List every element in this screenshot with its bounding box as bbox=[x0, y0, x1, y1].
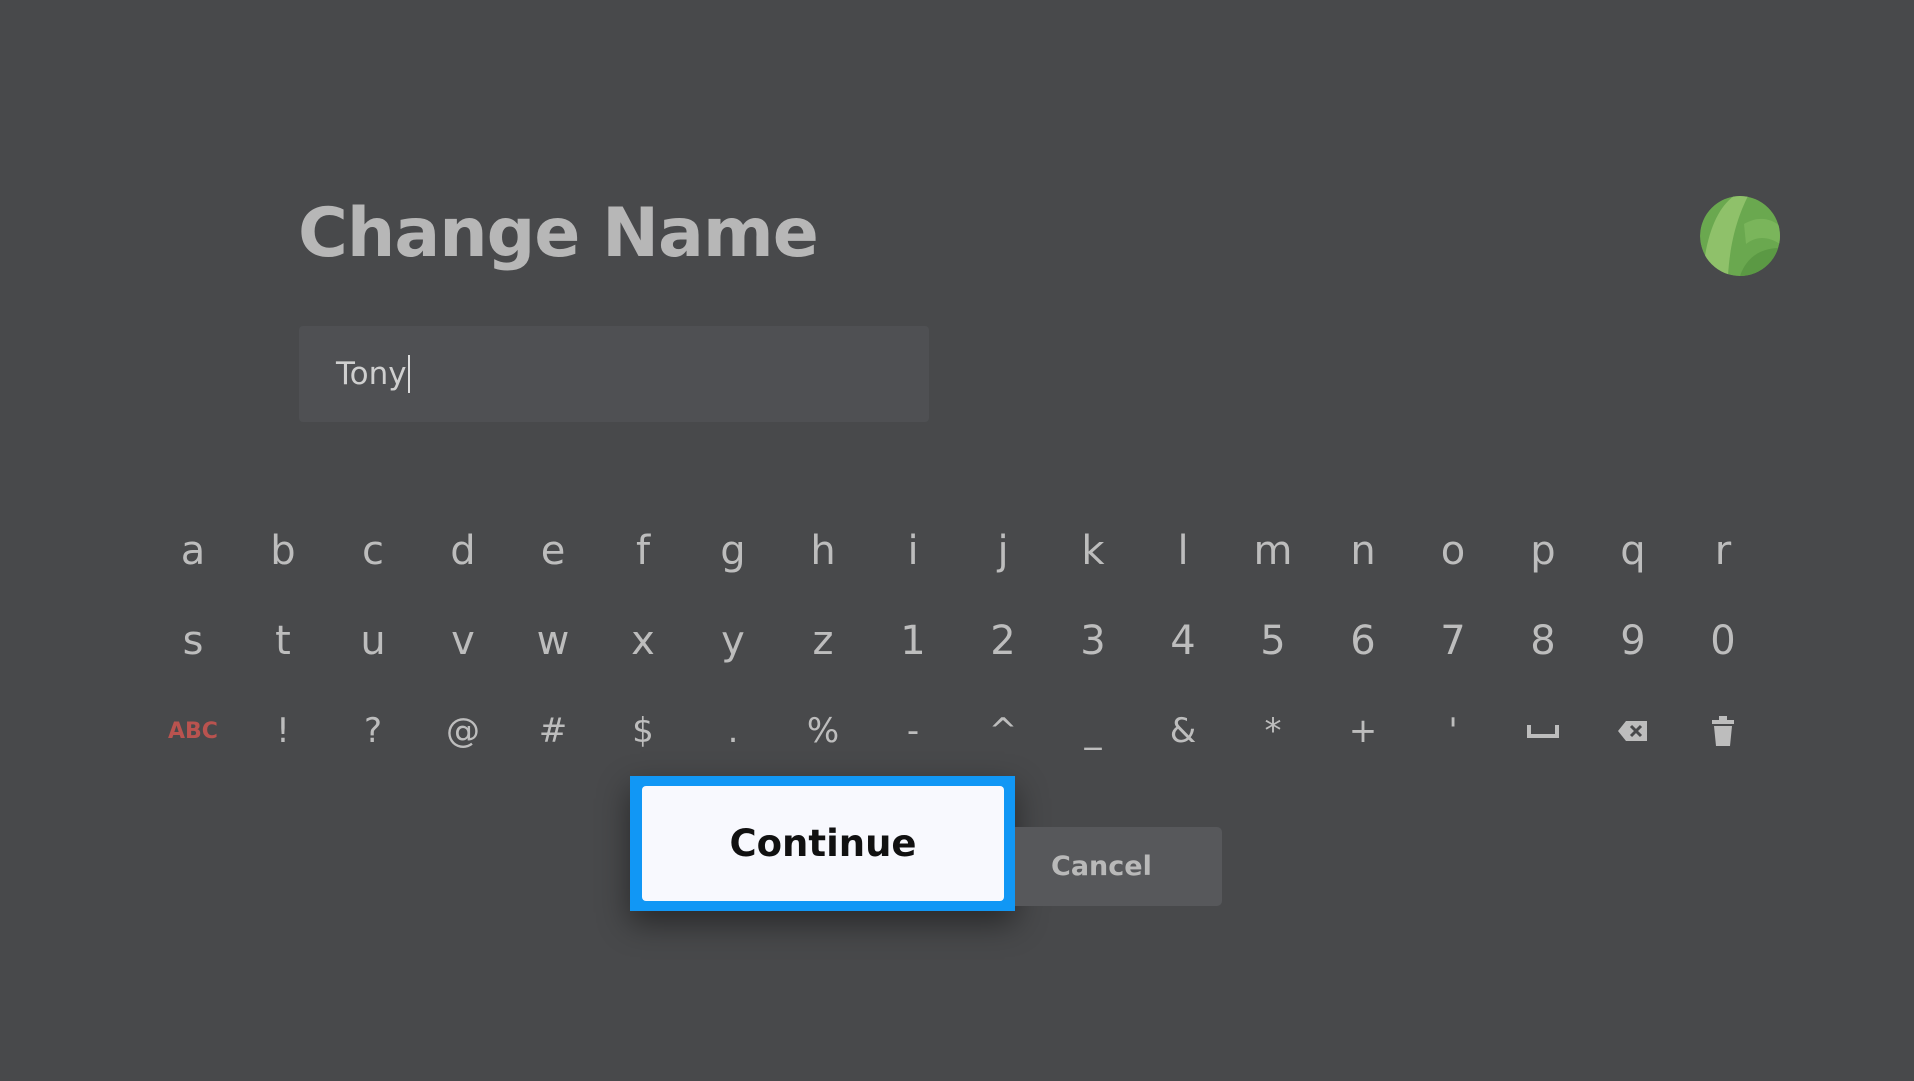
key-g[interactable]: g bbox=[688, 506, 778, 596]
name-input[interactable]: Tony bbox=[299, 326, 929, 422]
key-o[interactable]: o bbox=[1408, 506, 1498, 596]
key-s[interactable]: s bbox=[148, 596, 238, 686]
key-symbol-5[interactable]: . bbox=[688, 686, 778, 776]
key-symbol-7[interactable]: - bbox=[868, 686, 958, 776]
trash-icon[interactable] bbox=[1678, 686, 1768, 776]
key-c[interactable]: c bbox=[328, 506, 418, 596]
key-symbol-9[interactable]: _ bbox=[1048, 686, 1138, 776]
key-5[interactable]: 5 bbox=[1228, 596, 1318, 686]
key-symbol-4[interactable]: $ bbox=[598, 686, 688, 776]
keyboard-row-letters: abcdefghijklmnopqr bbox=[148, 506, 1768, 596]
onscreen-keyboard: abcdefghijklmnopqr stuvwxyz1234567890 AB… bbox=[148, 506, 1768, 776]
key-9[interactable]: 9 bbox=[1588, 596, 1678, 686]
page-title: Change Name bbox=[298, 194, 819, 273]
key-l[interactable]: l bbox=[1138, 506, 1228, 596]
key-u[interactable]: u bbox=[328, 596, 418, 686]
avatar-leaf-icon bbox=[1700, 196, 1780, 276]
key-i[interactable]: i bbox=[868, 506, 958, 596]
continue-button-label: Continue bbox=[642, 786, 1004, 901]
change-name-screen: Change Name Tony abcdefghijklmnopqr stuv… bbox=[0, 0, 1914, 1081]
key-3[interactable]: 3 bbox=[1048, 596, 1138, 686]
key-0[interactable]: 0 bbox=[1678, 596, 1768, 686]
key-4[interactable]: 4 bbox=[1138, 596, 1228, 686]
key-m[interactable]: m bbox=[1228, 506, 1318, 596]
key-symbol-3[interactable]: # bbox=[508, 686, 598, 776]
key-symbol-11[interactable]: * bbox=[1228, 686, 1318, 776]
key-z[interactable]: z bbox=[778, 596, 868, 686]
key-symbol-1[interactable]: ? bbox=[328, 686, 418, 776]
key-symbol-8[interactable]: ^ bbox=[958, 686, 1048, 776]
name-input-value: Tony bbox=[336, 356, 407, 392]
key-n[interactable]: n bbox=[1318, 506, 1408, 596]
key-symbol-12[interactable]: + bbox=[1318, 686, 1408, 776]
text-caret bbox=[407, 355, 410, 393]
key-symbol-0[interactable]: ! bbox=[238, 686, 328, 776]
key-7[interactable]: 7 bbox=[1408, 596, 1498, 686]
key-p[interactable]: p bbox=[1498, 506, 1588, 596]
keyboard-row-symbols: ABC !? @ # $.% - ^ _ & * + ' bbox=[148, 686, 1768, 776]
key-t[interactable]: t bbox=[238, 596, 328, 686]
key-q[interactable]: q bbox=[1588, 506, 1678, 596]
key-e[interactable]: e bbox=[508, 506, 598, 596]
avatar bbox=[1700, 196, 1780, 276]
key-1[interactable]: 1 bbox=[868, 596, 958, 686]
keyboard-row-letters-numbers: stuvwxyz1234567890 bbox=[148, 596, 1768, 686]
key-v[interactable]: v bbox=[418, 596, 508, 686]
key-j[interactable]: j bbox=[958, 506, 1048, 596]
key-symbol-6[interactable]: % bbox=[778, 686, 868, 776]
key-y[interactable]: y bbox=[688, 596, 778, 686]
continue-button[interactable]: Continue bbox=[630, 776, 1015, 911]
key-w[interactable]: w bbox=[508, 596, 598, 686]
cancel-button[interactable]: Cancel bbox=[1015, 827, 1222, 906]
key-x[interactable]: x bbox=[598, 596, 688, 686]
key-6[interactable]: 6 bbox=[1318, 596, 1408, 686]
key-symbol-2[interactable]: @ bbox=[418, 686, 508, 776]
key-8[interactable]: 8 bbox=[1498, 596, 1588, 686]
key-k[interactable]: k bbox=[1048, 506, 1138, 596]
key-b[interactable]: b bbox=[238, 506, 328, 596]
key-f[interactable]: f bbox=[598, 506, 688, 596]
backspace-icon[interactable] bbox=[1588, 686, 1678, 776]
key-symbol-13[interactable]: ' bbox=[1408, 686, 1498, 776]
key-a[interactable]: a bbox=[148, 506, 238, 596]
key-d[interactable]: d bbox=[418, 506, 508, 596]
key-r[interactable]: r bbox=[1678, 506, 1768, 596]
key-abc-mode[interactable]: ABC bbox=[148, 686, 238, 776]
key-h[interactable]: h bbox=[778, 506, 868, 596]
key-2[interactable]: 2 bbox=[958, 596, 1048, 686]
space-icon[interactable] bbox=[1498, 686, 1588, 776]
key-symbol-10[interactable]: & bbox=[1138, 686, 1228, 776]
